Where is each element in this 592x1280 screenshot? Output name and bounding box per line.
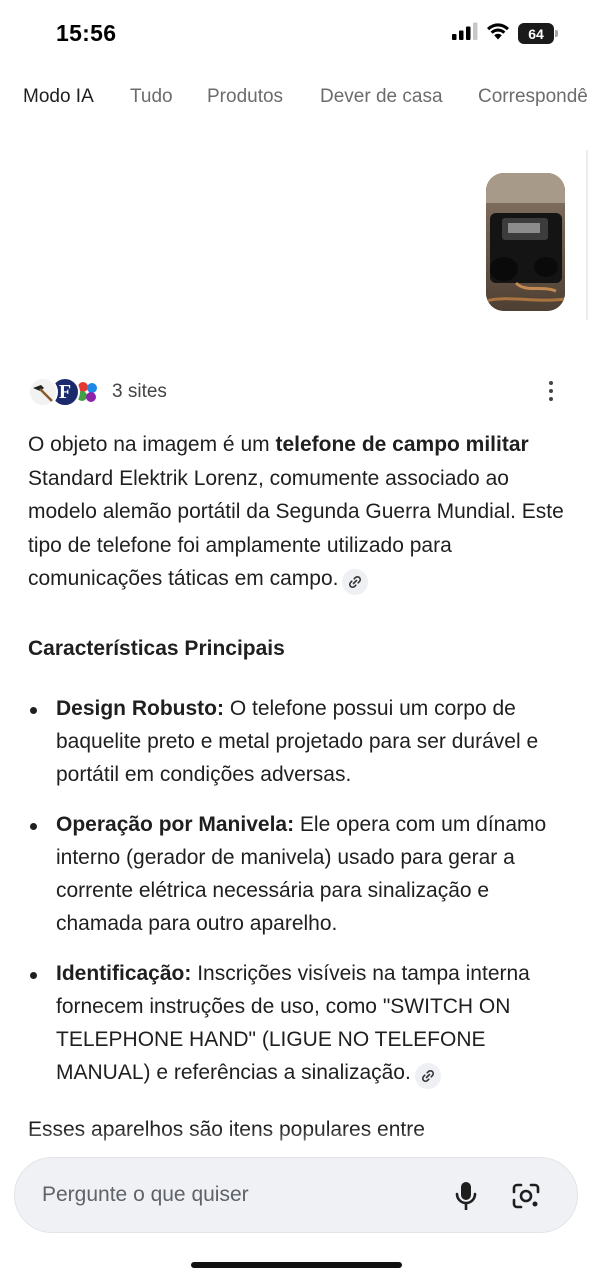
list-item: Operação por Manivela: Ele opera com um … <box>28 808 568 940</box>
uploaded-photo-thumbnail[interactable] <box>486 173 565 311</box>
hammer-favicon-icon <box>28 377 58 407</box>
answer-intro-text: O objeto na imagem é um <box>28 433 276 456</box>
wifi-icon <box>486 22 510 45</box>
status-time: 15:56 <box>56 20 117 46</box>
tab-produtos[interactable]: Produtos <box>207 86 283 108</box>
home-indicator[interactable] <box>191 1262 402 1268</box>
more-options-icon[interactable] <box>542 378 560 404</box>
answer-intro-text-2: Standard Elektrik Lorenz, comumente asso… <box>28 466 564 591</box>
signal-icon <box>452 22 478 45</box>
sources-row[interactable]: F 3 sites <box>28 376 167 408</box>
list-item-title: Design Robusto: <box>56 697 224 720</box>
battery-icon: 64 <box>518 23 558 44</box>
link-icon[interactable] <box>342 569 369 595</box>
section-title: Características Principais <box>28 637 285 660</box>
tab-correspondencia[interactable]: Correspondê <box>478 86 588 108</box>
ask-input[interactable]: Pergunte o que quiser <box>42 1183 249 1207</box>
status-bar: 15:56 64 <box>0 0 592 70</box>
answer-intro: O objeto na imagem é um telefone de camp… <box>28 428 568 596</box>
tab-dever-de-casa[interactable]: Dever de casa <box>320 86 443 108</box>
tab-modo-ia[interactable]: Modo IA <box>23 86 94 108</box>
link-icon[interactable] <box>414 1063 441 1089</box>
list-item-title: Operação por Manivela: <box>56 813 295 836</box>
features-list: Design Robusto: O telefone possui um cor… <box>28 692 568 1106</box>
list-item: Identificação: Inscrições visíveis na ta… <box>28 957 568 1089</box>
microphone-icon[interactable] <box>451 1180 481 1212</box>
tab-tudo[interactable]: Tudo <box>130 86 173 108</box>
answer-intro-bold: telefone de campo militar <box>275 433 529 456</box>
google-lens-icon[interactable] <box>509 1180 543 1212</box>
battery-level: 64 <box>528 25 544 42</box>
sources-count: 3 sites <box>112 381 167 402</box>
status-icons: 64 <box>452 22 558 45</box>
list-item: Design Robusto: O telefone possui um cor… <box>28 692 568 791</box>
scroll-indicator <box>586 150 588 320</box>
ask-input-box[interactable]: Pergunte o que quiser <box>14 1157 578 1233</box>
list-item-title: Identificação: <box>56 962 192 985</box>
search-mode-tabs: Modo IA Tudo Produtos Dever de casa Corr… <box>0 80 592 116</box>
